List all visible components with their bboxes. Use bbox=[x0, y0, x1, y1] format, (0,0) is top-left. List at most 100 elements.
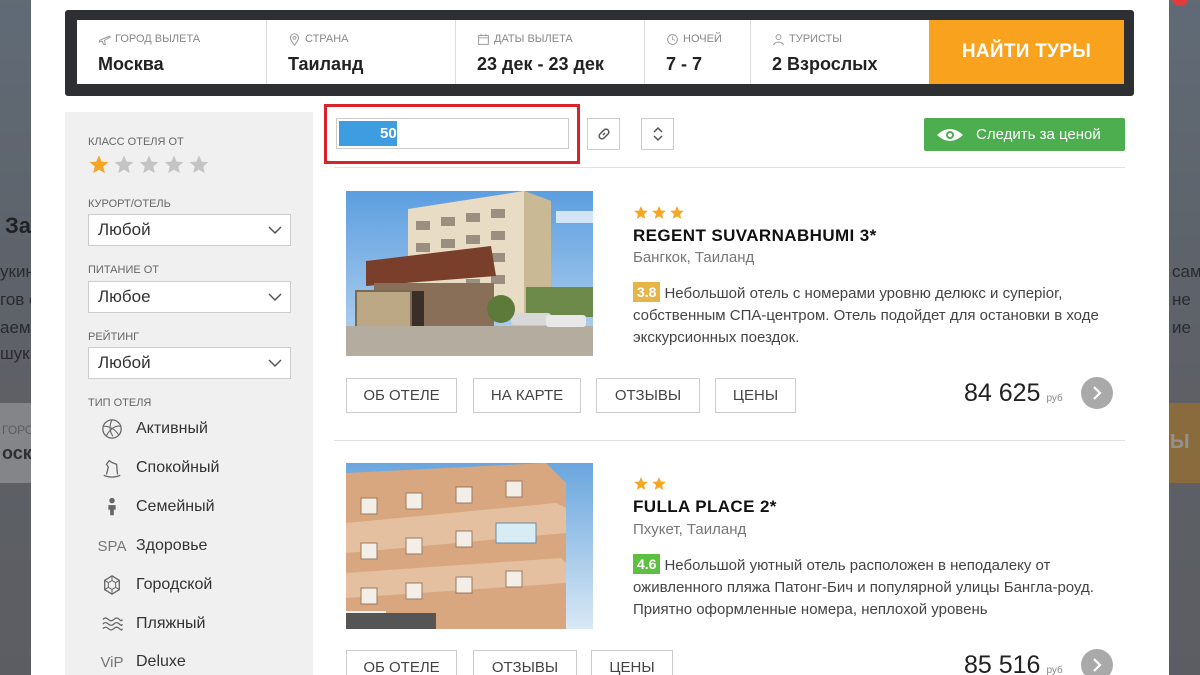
search-progress-bar: 50% bbox=[336, 118, 569, 149]
hotel-stars bbox=[633, 205, 685, 221]
hotel-type-city[interactable]: Городской bbox=[99, 573, 212, 597]
star-icon bbox=[634, 477, 648, 490]
chevron-down-icon bbox=[268, 359, 282, 368]
field-value: 7 - 7 bbox=[666, 54, 703, 74]
prices-button[interactable]: ЦЕНЫ bbox=[591, 650, 673, 675]
star-icon bbox=[634, 206, 648, 219]
hotel-class-stars[interactable] bbox=[88, 154, 210, 176]
chevron-right-icon bbox=[1093, 386, 1102, 400]
hotel-score-badge: 3.8 bbox=[633, 282, 661, 302]
prices-button[interactable]: ЦЕНЫ bbox=[715, 378, 796, 413]
field-value: 2 Взрослых bbox=[772, 54, 878, 74]
hotel-description: 4.6 Небольшой уютный отель расположен в н… bbox=[633, 554, 1113, 620]
field-value: 23 дек - 23 дек bbox=[477, 54, 604, 74]
currency-label: РУБ bbox=[1046, 393, 1063, 404]
tour-search-modal: ГОРОД ВЫЛЕТА Москва СТРАНА Таиланд ДАТЫ … bbox=[31, 0, 1188, 675]
link-icon bbox=[597, 128, 610, 140]
hotel-description-text: Небольшой отель с номерами уровню делюкс… bbox=[633, 285, 1099, 346]
progress-label: 50% bbox=[379, 125, 411, 142]
hotel-description: 3.8 Небольшой отель с номерами уровню дел… bbox=[633, 282, 1113, 349]
vip-icon: ViP bbox=[100, 653, 124, 671]
search-bar: ГОРОД ВЫЛЕТА Москва СТРАНА Таиланд ДАТЫ … bbox=[65, 10, 1134, 96]
hotel-type-health[interactable]: SPA Здоровье bbox=[97, 534, 208, 558]
tourists-field[interactable]: ТУРИСТЫ 2 Взрослых bbox=[751, 20, 929, 84]
rating-select-value: Любой bbox=[98, 353, 151, 372]
field-value: Москва bbox=[98, 54, 164, 74]
hotel-class-label: КЛАСС ОТЕЛЯ ОТ bbox=[88, 136, 184, 148]
hotel-type-active[interactable]: Активный bbox=[99, 417, 208, 441]
hotel-type-family[interactable]: Семейный bbox=[99, 495, 215, 519]
hotel-type-label: Активный bbox=[136, 420, 208, 437]
field-label: ТУРИСТЫ bbox=[789, 33, 842, 45]
child-icon bbox=[99, 495, 125, 519]
hotel-type-label: Deluxe bbox=[136, 653, 186, 670]
nights-field[interactable]: НОЧЕЙ 7 - 7 bbox=[645, 20, 751, 84]
star-icon[interactable] bbox=[163, 154, 185, 176]
chevron-down-icon bbox=[268, 293, 282, 302]
about-hotel-button[interactable]: ОБ ОТЕЛЕ bbox=[346, 378, 457, 413]
open-hotel-button[interactable] bbox=[1081, 377, 1113, 409]
open-hotel-button[interactable] bbox=[1081, 649, 1113, 675]
clock-icon bbox=[667, 33, 678, 45]
chevron-down-icon bbox=[268, 226, 282, 235]
departure-city-field[interactable]: ГОРОД ВЫЛЕТА Москва bbox=[77, 20, 267, 84]
copy-link-button[interactable] bbox=[587, 118, 620, 150]
reviews-button[interactable]: ОТЗЫВЫ bbox=[596, 378, 700, 413]
resort-label: КУРОРТ/ОТЕЛЬ bbox=[88, 198, 171, 210]
hotel-name[interactable]: FULLA PLACE 2* bbox=[633, 497, 777, 517]
resort-select-value: Любой bbox=[98, 220, 151, 239]
eye-icon bbox=[937, 128, 963, 141]
hotel-type-label: Пляжный bbox=[136, 615, 206, 632]
star-icon bbox=[670, 206, 684, 219]
hotel-price: 84 625 РУБ bbox=[964, 379, 1063, 408]
price-value: 85 516 bbox=[964, 651, 1041, 675]
currency-label: РУБ bbox=[1046, 665, 1063, 675]
star-icon[interactable] bbox=[188, 154, 210, 176]
hotel-type-calm[interactable]: Спокойный bbox=[99, 456, 219, 480]
star-icon[interactable] bbox=[138, 154, 160, 176]
about-hotel-button[interactable]: ОБ ОТЕЛЕ bbox=[346, 650, 457, 675]
find-tours-button[interactable]: НАЙТИ ТУРЫ bbox=[929, 20, 1124, 84]
divider bbox=[334, 167, 1125, 168]
field-label: НОЧЕЙ bbox=[683, 33, 722, 45]
hotel-photo[interactable] bbox=[346, 191, 593, 356]
hotel-type-label: Семейный bbox=[136, 498, 215, 515]
star-icon[interactable] bbox=[88, 154, 110, 176]
sort-button[interactable] bbox=[641, 118, 674, 150]
spa-icon: SPA bbox=[97, 537, 127, 555]
country-field[interactable]: СТРАНА Таиланд bbox=[267, 20, 456, 84]
field-label: СТРАНА bbox=[305, 33, 349, 45]
watch-price-button[interactable]: Следить за ценой bbox=[924, 118, 1125, 151]
field-label: ГОРОД ВЫЛЕТА bbox=[115, 33, 201, 45]
hotel-photo[interactable] bbox=[346, 463, 593, 629]
on-map-button[interactable]: НА КАРТЕ bbox=[473, 378, 581, 413]
volleyball-icon bbox=[99, 417, 125, 441]
divider bbox=[334, 440, 1125, 441]
city-icon bbox=[99, 573, 125, 597]
star-icon[interactable] bbox=[113, 154, 135, 176]
hotel-location: Пхукет, Таиланд bbox=[633, 521, 747, 538]
meal-select[interactable]: Любое bbox=[88, 281, 291, 313]
rating-select[interactable]: Любой bbox=[88, 347, 291, 379]
hotel-type-beach[interactable]: Пляжный bbox=[99, 612, 205, 636]
dates-field[interactable]: ДАТЫ ВЫЛЕТА 23 дек - 23 дек bbox=[456, 20, 645, 84]
hotel-description-text: Небольшой уютный отель расположен в непо… bbox=[633, 557, 1094, 618]
filters-sidebar: КЛАСС ОТЕЛЯ ОТ КУРОРТ/ОТЕЛЬ Любой ПИТАНИ… bbox=[65, 112, 313, 675]
rocking-horse-icon bbox=[99, 456, 125, 480]
hotel-price: 85 516 РУБ bbox=[964, 651, 1063, 675]
reviews-button[interactable]: ОТЗЫВЫ bbox=[473, 650, 577, 675]
hotel-type-label: ТИП ОТЕЛЯ bbox=[88, 397, 152, 409]
hotel-name[interactable]: REGENT SUVARNABHUMI 3* bbox=[633, 226, 877, 246]
calendar-icon bbox=[478, 33, 489, 45]
price-value: 84 625 bbox=[964, 379, 1041, 407]
star-icon bbox=[652, 477, 666, 490]
sort-arrows-icon bbox=[652, 126, 663, 142]
resort-select[interactable]: Любой bbox=[88, 214, 291, 246]
meal-select-value: Любое bbox=[98, 287, 151, 306]
user-icon bbox=[773, 33, 784, 45]
rating-label: РЕЙТИНГ bbox=[88, 331, 140, 343]
star-icon bbox=[652, 206, 666, 219]
field-label: ДАТЫ ВЫЛЕТА bbox=[494, 33, 573, 45]
hotel-type-deluxe[interactable]: ViP Deluxe bbox=[99, 650, 186, 674]
waves-icon bbox=[99, 612, 125, 636]
